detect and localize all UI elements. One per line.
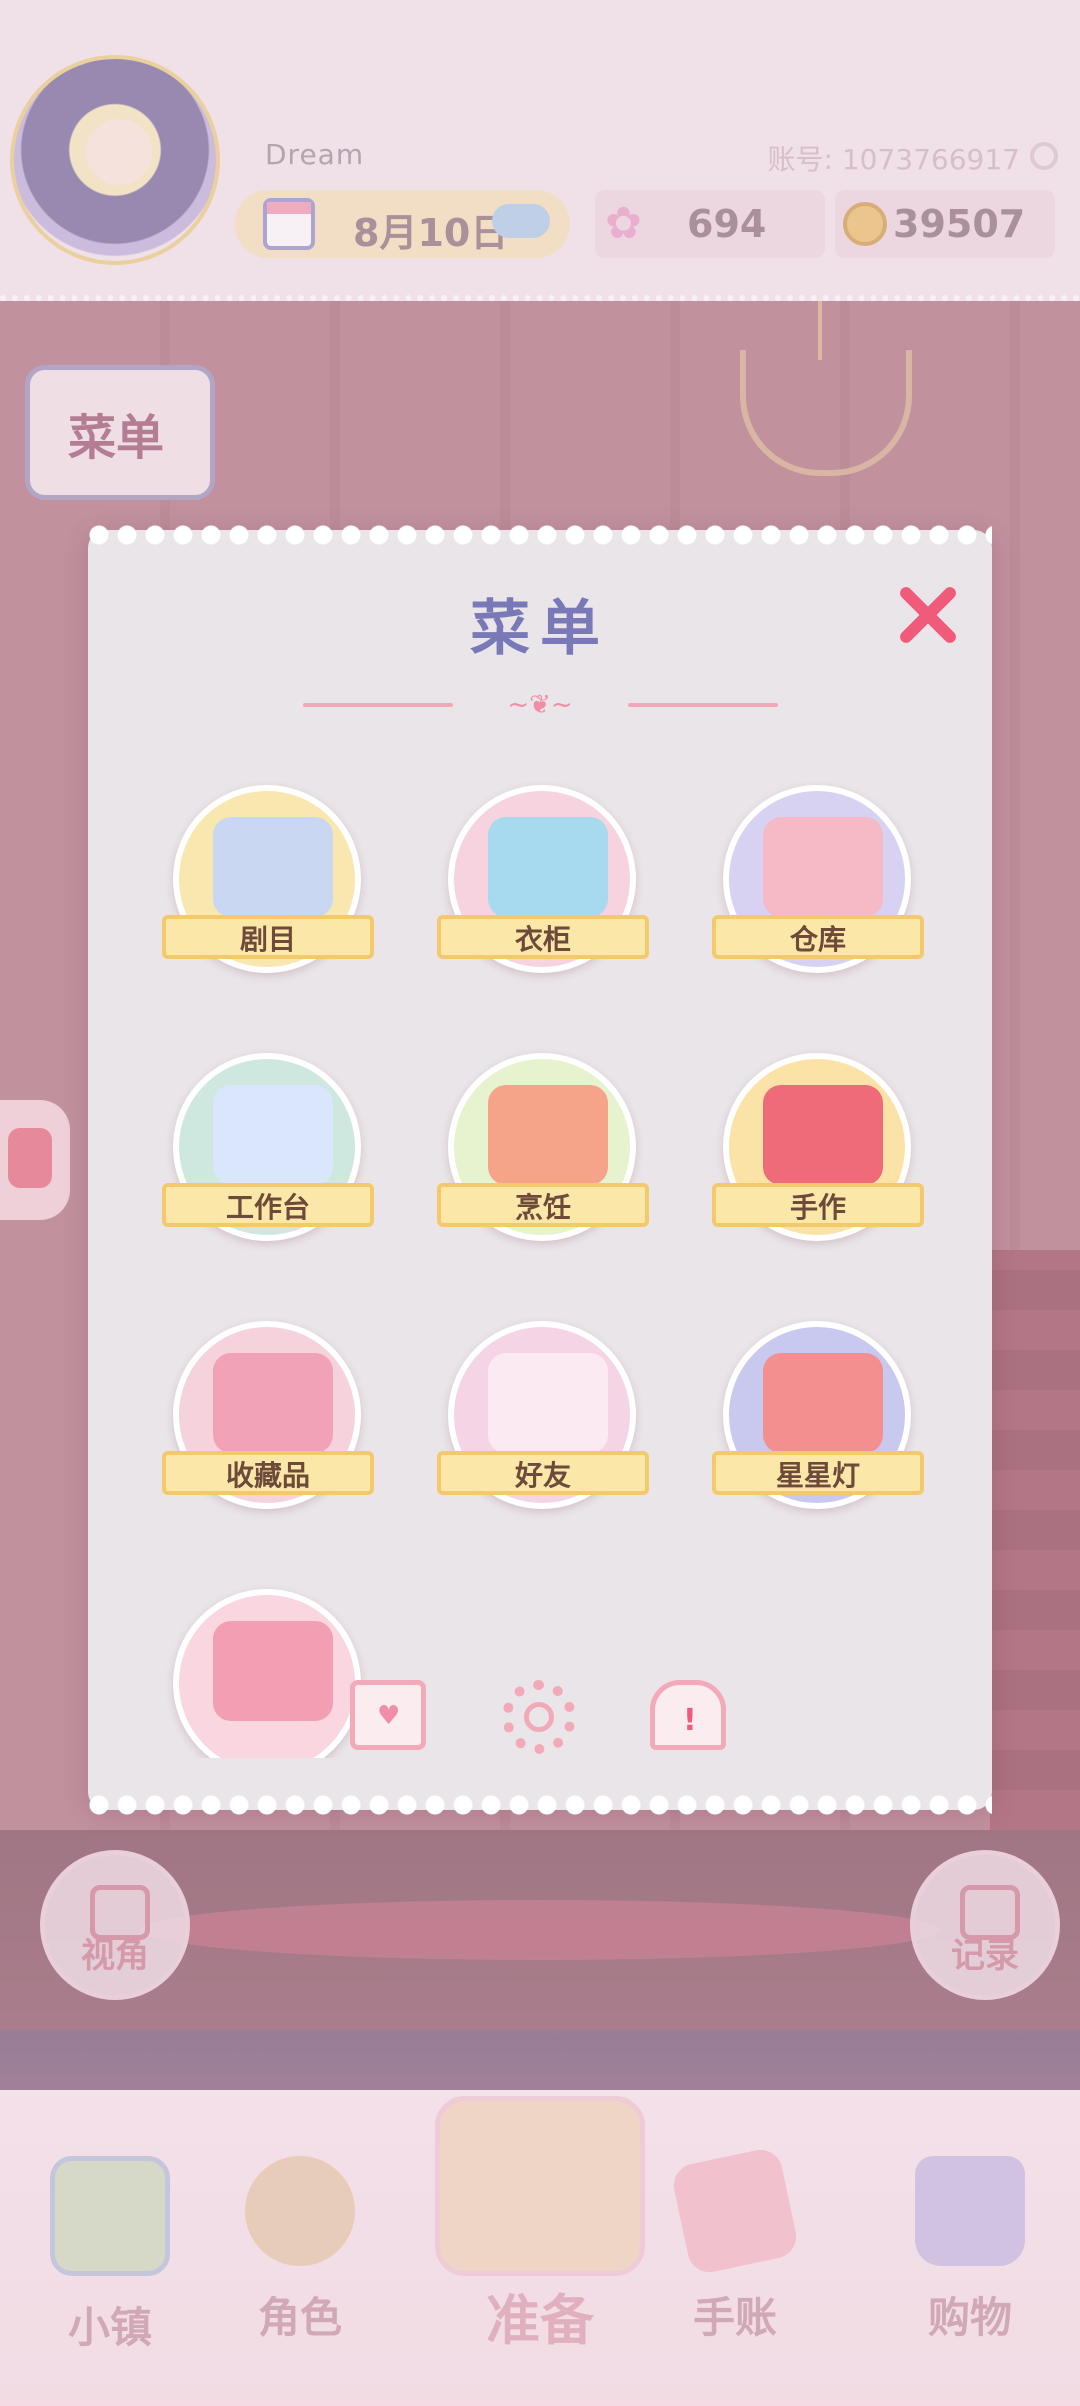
bow-icon: ~❦~ bbox=[507, 690, 573, 720]
menu-item-label: 仓库 bbox=[789, 923, 846, 956]
menu-item-label: 收藏品 bbox=[225, 1459, 310, 1492]
menu-item-workbench[interactable]: 工作台 bbox=[162, 1053, 374, 1243]
menu-item-collection[interactable]: 收藏品 bbox=[162, 1321, 374, 1511]
menu-item-wardrobe[interactable]: 衣柜 bbox=[437, 785, 649, 975]
settings-icon[interactable] bbox=[502, 1680, 576, 1754]
menu-item-star-lamp[interactable]: 星星灯 bbox=[712, 1321, 924, 1511]
modal-title: 菜单 bbox=[470, 594, 610, 664]
title-divider: ~❦~ bbox=[303, 691, 778, 719]
menu-item-label: 烹饪 bbox=[514, 1191, 571, 1224]
menu-item-label: 剧目 bbox=[239, 923, 296, 956]
close-button[interactable] bbox=[892, 580, 962, 650]
menu-item-label: 工作台 bbox=[225, 1191, 310, 1224]
menu-item-script[interactable]: 剧目 bbox=[162, 785, 374, 975]
menu-item-warehouse[interactable]: 仓库 bbox=[712, 785, 924, 975]
modal-footer-icons bbox=[88, 1680, 992, 1760]
menu-item-label: 好友 bbox=[514, 1459, 571, 1492]
menu-item-label: 星星灯 bbox=[775, 1459, 860, 1492]
menu-item-cooking[interactable]: 烹饪 bbox=[437, 1053, 649, 1243]
menu-item-label: 衣柜 bbox=[514, 923, 571, 956]
menu-item-handcraft[interactable]: 手作 bbox=[712, 1053, 924, 1243]
menu-modal: 菜单 ~❦~ 剧目 衣柜 仓库 工作台 烹饪 手作 收藏品 好友 星星灯 ♥ ! bbox=[88, 524, 992, 1816]
menu-item-friends[interactable]: 好友 bbox=[437, 1321, 649, 1511]
menu-item-label: 手作 bbox=[789, 1191, 846, 1224]
notice-icon[interactable] bbox=[650, 1680, 726, 1750]
menu-grid: 剧目 衣柜 仓库 工作台 烹饪 手作 收藏品 好友 星星灯 bbox=[88, 740, 992, 1758]
mail-icon[interactable] bbox=[350, 1680, 426, 1750]
